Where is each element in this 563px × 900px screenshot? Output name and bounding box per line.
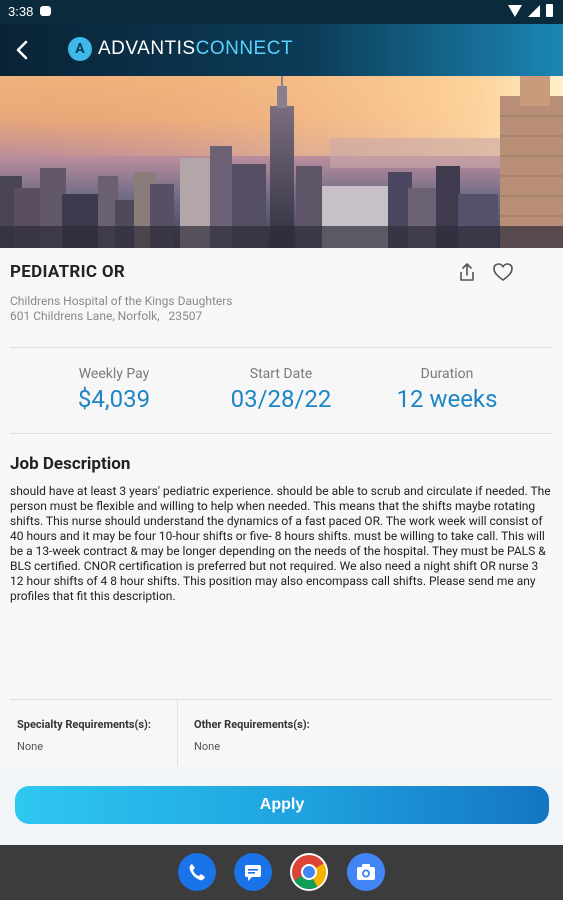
chrome-icon xyxy=(292,855,326,889)
phone-app[interactable] xyxy=(178,853,216,891)
stat-weekly-pay: Weekly Pay $4,039 xyxy=(24,366,204,413)
requirement-value: None xyxy=(17,740,44,753)
requirement-label: Other Requirements(s): xyxy=(194,718,310,731)
logo-mark-icon: A xyxy=(68,37,92,61)
specialty-requirements: Specialty Requirements(s): None xyxy=(10,700,177,768)
requirements-separator xyxy=(177,700,178,768)
share-button[interactable] xyxy=(458,262,476,282)
app-header: A ADVANTISCONNECT xyxy=(0,24,563,76)
messages-app[interactable] xyxy=(234,853,272,891)
logo-suffix: CONNECT xyxy=(195,38,294,59)
stat-label: Start Date xyxy=(249,366,313,382)
hospital-name: Childrens Hospital of the Kings Daughter… xyxy=(10,294,233,308)
job-description-text: should have at least 3 years' pediatric … xyxy=(10,484,551,603)
back-button[interactable] xyxy=(10,36,40,64)
hero-image xyxy=(0,76,563,248)
app-logo: A ADVANTISCONNECT xyxy=(68,37,293,61)
stat-label: Weekly Pay xyxy=(78,366,150,382)
other-requirements: Other Requirements(s): None xyxy=(187,700,487,768)
stat-value: 12 weeks xyxy=(396,385,498,413)
signal-icon xyxy=(528,4,540,17)
back-arrow-icon xyxy=(16,40,28,60)
stat-value: 03/28/22 xyxy=(230,385,332,413)
favorite-button[interactable] xyxy=(492,262,514,282)
stat-duration: Duration 12 weeks xyxy=(357,366,537,413)
job-description-heading: Job Description xyxy=(10,454,131,474)
job-stats: Weekly Pay $4,039 Start Date 03/28/22 Du… xyxy=(10,366,553,426)
requirement-value: None xyxy=(194,740,221,753)
requirement-label: Specialty Requirements(s): xyxy=(17,718,151,731)
stat-label: Duration xyxy=(420,366,474,382)
share-icon xyxy=(460,263,474,281)
stat-start-date: Start Date 03/28/22 xyxy=(191,366,371,413)
logo-text: ADVANTISCONNECT xyxy=(98,38,293,60)
status-bar: 3:38 xyxy=(0,0,563,24)
hospital-info: Childrens Hospital of the Kings Daughter… xyxy=(10,294,233,324)
divider xyxy=(10,433,553,434)
heart-icon xyxy=(493,263,513,281)
camera-app[interactable] xyxy=(347,853,385,891)
apply-button[interactable]: Apply xyxy=(15,786,549,824)
logo-prefix: ADVANTIS xyxy=(98,38,196,59)
messages-icon xyxy=(245,865,261,881)
camera-icon xyxy=(357,864,375,880)
requirements: Specialty Requirements(s): None Other Re… xyxy=(10,700,553,768)
divider xyxy=(10,347,553,348)
status-time: 3:38 xyxy=(8,4,34,19)
apply-footer: Apply xyxy=(0,766,563,845)
phone-icon xyxy=(189,864,205,881)
city-skyline-image xyxy=(0,76,563,248)
chrome-app[interactable] xyxy=(290,853,328,891)
app-dock xyxy=(0,845,563,900)
system-icons xyxy=(508,4,553,17)
notification-icon xyxy=(40,6,51,16)
wifi-icon xyxy=(508,4,522,17)
hospital-address: 601 Childrens Lane, Norfolk, 23507 xyxy=(10,309,203,323)
battery-icon xyxy=(546,4,553,17)
job-title: PEDIATRIC OR xyxy=(10,262,126,282)
stat-value: $4,039 xyxy=(77,385,151,413)
